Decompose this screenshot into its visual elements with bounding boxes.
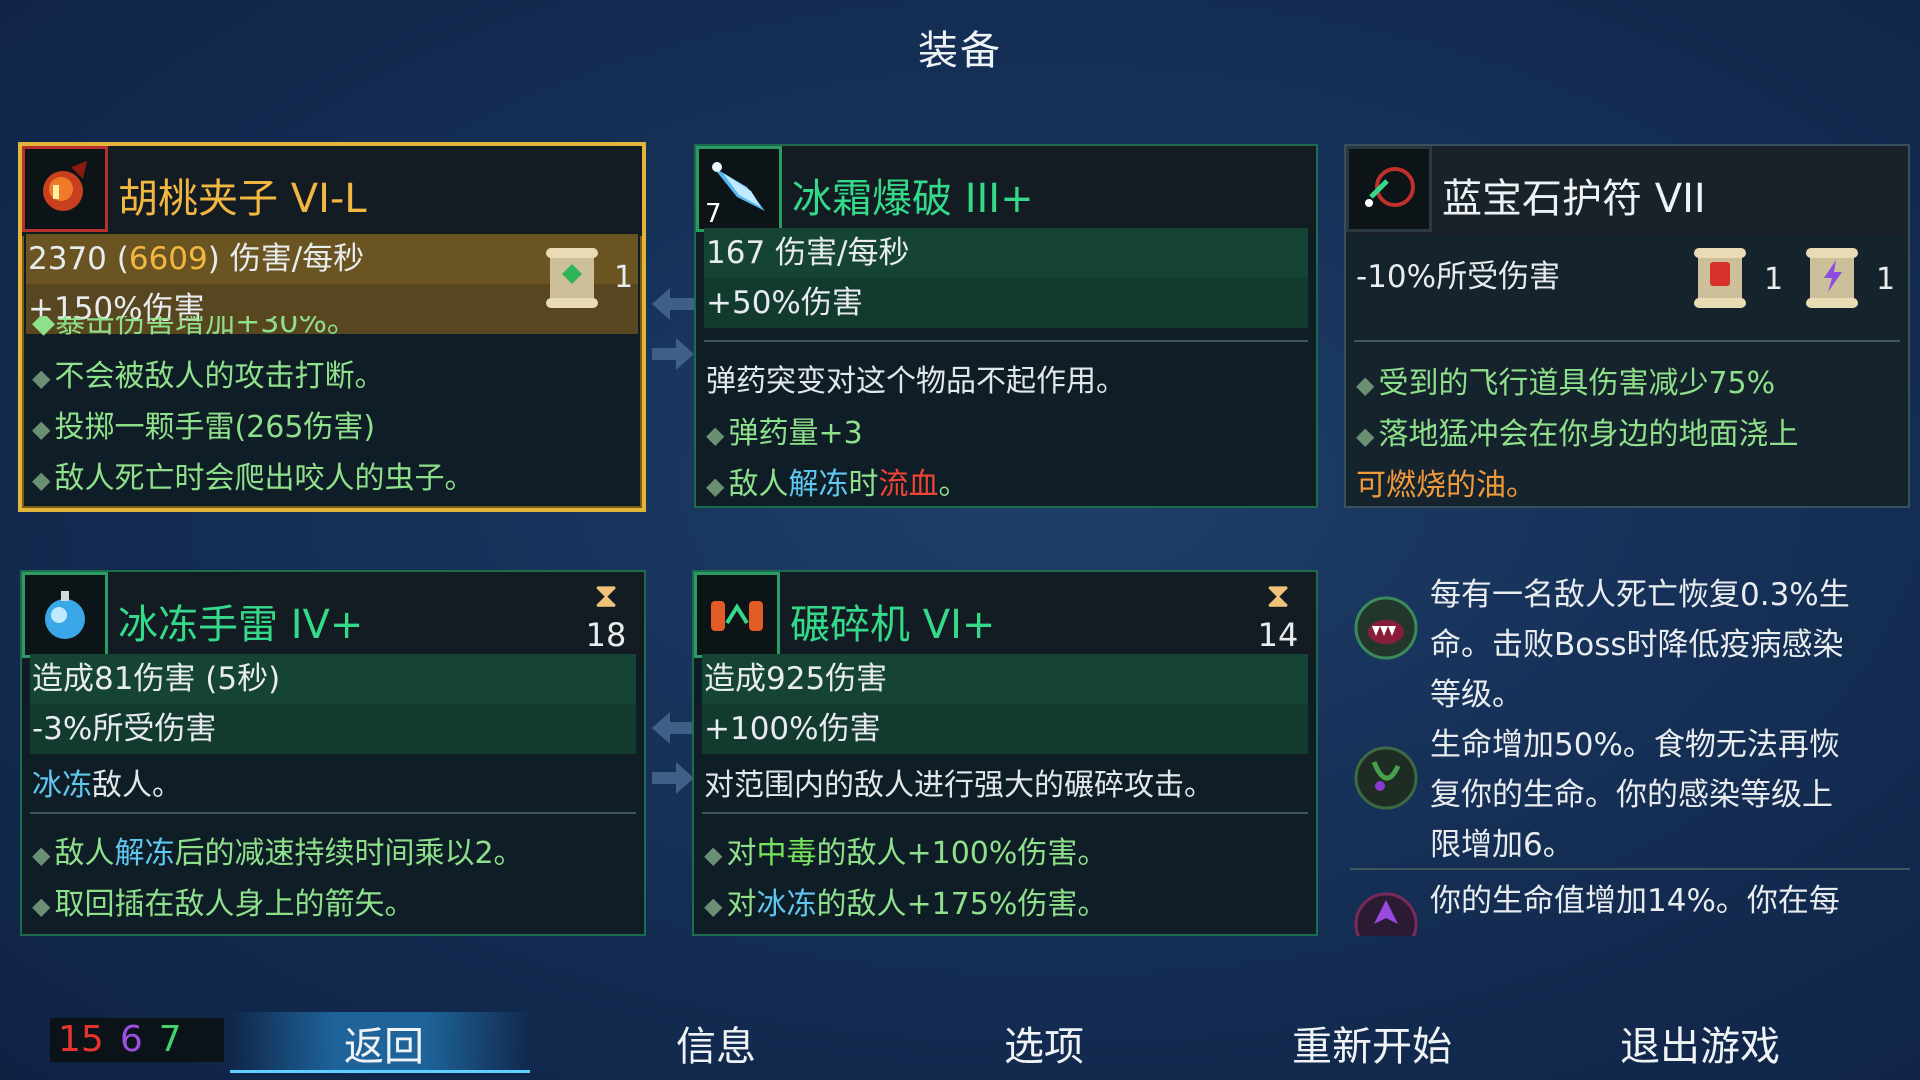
info-button[interactable]: 信息: [676, 1014, 756, 1072]
divider: [702, 812, 1308, 814]
back-button[interactable]: 返回: [344, 1014, 424, 1072]
item-icon-crusher: [694, 572, 780, 658]
item-card-frost-blast[interactable]: 7 冰霜爆破 III+ 167 伤害/每秒 +50%伤害 弹药突变对这个物品不起…: [694, 144, 1318, 508]
item-stat-1: 167 伤害/每秒: [704, 228, 1308, 278]
item-card-ice-grenade[interactable]: 冰冻手雷 IV+ ⧗ 18 造成81伤害 (5秒) -3%所受伤害 冰冻敌人。 …: [20, 570, 646, 936]
item-effect: ◆ 不会被敌人的攻击打断。: [32, 359, 385, 394]
crusher-icon: [711, 601, 763, 631]
swap-left-arrow-icon[interactable]: [650, 708, 696, 748]
item-effect: ◆ 投掷一颗手雷(265伤害): [32, 410, 376, 445]
item-name: 冰冻手雷 IV+: [118, 602, 364, 648]
item-effect-cont: 可燃烧的油。: [1356, 468, 1536, 503]
item-effect: ◆ 敌人死亡时会爬出咬人的虫子。: [32, 461, 475, 496]
ice-grenade-icon: [45, 591, 85, 639]
mutation-entry[interactable]: 你的生命值增加14%。你在每: [1350, 876, 1910, 936]
item-stat-1: 造成81伤害 (5秒): [30, 654, 636, 704]
restart-button[interactable]: 重新开始: [1292, 1014, 1452, 1072]
mutation-entry[interactable]: 生命增加50%。食物无法再恢 复你的生命。你的感染等级上 限增加6。: [1350, 720, 1910, 866]
brutality-points: 15: [58, 1019, 104, 1060]
item-effect: ◆ 敌人解冻时流血。: [706, 467, 969, 502]
item-icon-number: 7: [705, 199, 722, 229]
quit-button[interactable]: 退出游戏: [1620, 1014, 1780, 1072]
item-desc: 冰冻敌人。: [32, 768, 182, 803]
item-name: 胡桃夹子 VI-L: [118, 176, 367, 222]
infected-face-icon: [1354, 746, 1418, 810]
swap-right-arrow-icon[interactable]: [650, 758, 696, 798]
dps-bonus: 6609: [128, 241, 208, 277]
scroll-count: 1: [1764, 262, 1784, 297]
mutation-text: 你的生命值增加14%。你在每: [1430, 883, 1840, 919]
item-name: 蓝宝石护符 VII: [1442, 176, 1706, 222]
item-card-crusher[interactable]: 碾碎机 VI+ ⧗ 14 造成925伤害 +100%伤害 对范围内的敌人进行强大…: [692, 570, 1318, 936]
stat-points: 15 6 7: [50, 1018, 224, 1062]
vampire-mouth-icon: [1354, 596, 1418, 660]
item-card-walnut[interactable]: 胡桃夹子 VI-L 2370 (6609) 伤害/每秒 +150%伤害 1 ◆暴…: [18, 142, 646, 512]
bottom-menu-bar: 15 6 7 返回 信息 选项 重新开始 退出游戏: [0, 1000, 1920, 1080]
dps-base: 2370: [28, 241, 107, 277]
item-name: 碾碎机 VI+: [790, 602, 996, 648]
dps-paren: (: [106, 241, 129, 277]
item-effect-cut: ◆暴击伤害增加+30%。: [32, 316, 357, 338]
cooldown-timer: ⧗ 18: [578, 576, 634, 654]
green-scroll-icon: [546, 248, 598, 308]
divider: [1350, 868, 1910, 870]
item-effect: ◆ 弹药量+3: [706, 416, 863, 451]
item-icon-walnut: [22, 146, 108, 232]
walnut-nutcracker-icon: [43, 161, 87, 211]
item-stat-2: -3%所受伤害: [30, 704, 636, 754]
hourglass-icon: ⧗: [594, 576, 618, 616]
divider: [1354, 340, 1900, 342]
mutation-text: 每有一名敌人死亡恢复0.3%生 命。击败Boss时降低疫病感染 等级。: [1430, 577, 1850, 713]
mutation-entry[interactable]: 每有一名敌人死亡恢复0.3%生 命。击败Boss时降低疫病感染 等级。: [1350, 570, 1910, 720]
tactics-points: 6: [119, 1019, 143, 1060]
survival-points: 7: [158, 1019, 182, 1060]
item-effect: ◆ 落地猛冲会在你身边的地面浇上: [1356, 417, 1799, 452]
cooldown-value: 14: [1257, 616, 1299, 654]
item-card-amulet[interactable]: 蓝宝石护符 VII -10%所受伤害 1 1 ◆ 受到的飞行道具伤害减少75% ◆…: [1344, 144, 1910, 508]
red-brutality-scroll-icon: [1694, 248, 1746, 308]
item-icon-ice-grenade: [22, 572, 108, 658]
item-stat-1: 造成925伤害: [702, 654, 1308, 704]
item-effect: ◆ 对冰冻的敌人+175%伤害。: [704, 887, 1108, 922]
scroll-count: 1: [614, 260, 634, 295]
item-effect: ◆ 受到的飞行道具伤害减少75%: [1356, 366, 1776, 401]
divider: [704, 340, 1308, 342]
amulet-icon: [1365, 167, 1415, 207]
item-effect: ◆ 敌人解冻后的减速持续时间乘以2。: [32, 836, 524, 871]
divider: [30, 812, 636, 814]
swap-left-arrow-icon[interactable]: [650, 284, 696, 324]
item-stat-2: +100%伤害: [702, 704, 1308, 754]
item-icon-amulet: [1346, 146, 1432, 232]
item-desc: 对范围内的敌人进行强大的碾碎攻击。: [704, 768, 1214, 803]
purple-head-icon: [1354, 892, 1418, 936]
item-effect: ◆ 取回插在敌人身上的箭矢。: [32, 887, 415, 922]
options-button[interactable]: 选项: [1004, 1014, 1084, 1072]
item-note: 弹药突变对这个物品不起作用。: [706, 364, 1126, 399]
item-name: 冰霜爆破 III+: [792, 176, 1034, 222]
swap-right-arrow-icon[interactable]: [650, 334, 696, 374]
item-effect: ◆ 对中毒的敌人+100%伤害。: [704, 836, 1108, 871]
hourglass-icon: ⧗: [1266, 576, 1290, 616]
dps-unit: ) 伤害/每秒: [207, 241, 365, 277]
item-header: [694, 572, 1316, 662]
cooldown-timer: ⧗ 14: [1250, 576, 1306, 654]
item-icon-frost: 7: [696, 146, 782, 232]
scroll-count: 1: [1876, 262, 1896, 297]
mutation-text: 生命增加50%。食物无法再恢 复你的生命。你的感染等级上 限增加6。: [1430, 727, 1840, 863]
cooldown-value: 18: [585, 616, 627, 654]
purple-tactics-scroll-icon: [1806, 248, 1858, 308]
screen-title: 装备: [918, 28, 1002, 74]
item-stat-2: +50%伤害: [704, 278, 1308, 328]
